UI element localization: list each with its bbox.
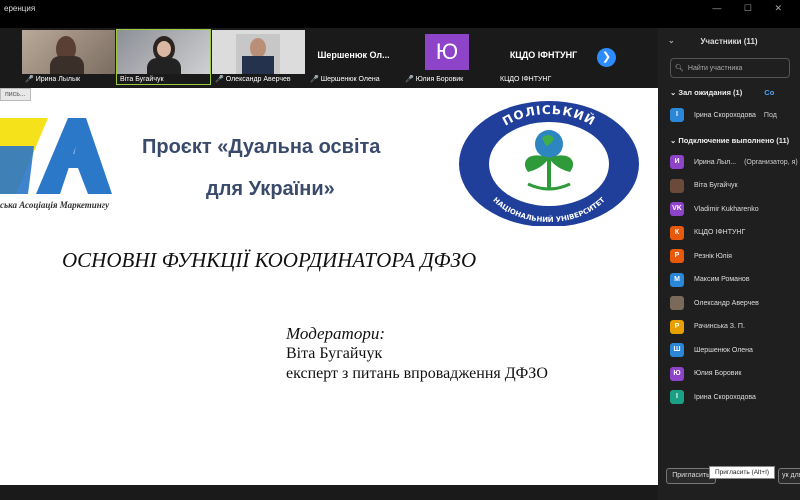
video-tile[interactable]: КЦДО ІФНТУНГ КЦДО ІФНТУНГ (497, 30, 590, 84)
slide-heading: ОСНОВНІ ФУНКЦІЇ КООРДИНАТОРА ДФЗО (62, 248, 477, 272)
video-tile[interactable]: 🎤 Ирина Лылык (22, 30, 115, 84)
video-tile-active[interactable]: Віта Бугайчук (116, 29, 211, 85)
participant-row[interactable]: И Ирина Лыл... (Организатор, я) (670, 154, 798, 170)
mic-muted-icon: 🎤 (25, 76, 34, 83)
participant-row[interactable]: І Ірина Скороходова (670, 389, 756, 405)
mute-all-button[interactable]: ук для в (778, 468, 800, 484)
project-title-line1: Проєкт «Дуальна освіта (142, 136, 381, 158)
participant-name: Максим Романов (694, 276, 750, 283)
invite-tooltip: Пригласить (Alt+I) (709, 466, 775, 479)
participant-name: Віта Бугайчук (694, 182, 738, 189)
avatar: И (670, 155, 684, 169)
window-titlebar: еренция — ☐ ✕ (0, 0, 800, 28)
avatar (670, 296, 684, 310)
admit-button[interactable]: Под (764, 112, 777, 119)
participant-name: Ірина Скороходова (694, 393, 756, 401)
participant-row[interactable]: Віта Бугайчук (670, 178, 738, 194)
waiting-room-header[interactable]: ⌄ Зал ожидания (1) Со (670, 88, 774, 97)
participant-photo (212, 30, 305, 74)
avatar: Ш (670, 343, 684, 357)
participants-panel: ⌄ Участники (11) 🔍︎ Найти участника ⌄ За… (658, 28, 800, 500)
chevron-right-icon[interactable]: ❯ (597, 48, 616, 67)
tile-big-name: КЦДО ІФНТУНГ (509, 50, 578, 60)
admit-all-link[interactable]: Со (764, 88, 774, 97)
participant-name: Рачинська З. П. (694, 323, 745, 330)
recording-label: пись... (0, 88, 31, 101)
mic-muted-icon: 🎤 (310, 76, 319, 83)
avatar: І (670, 108, 684, 122)
project-title: Проєкт «Дуальна освіта для України» (142, 126, 442, 210)
window-title: еренция (4, 4, 36, 13)
avatar: І (670, 390, 684, 404)
participant-row[interactable]: VK Vladimir Kukharenko (670, 201, 759, 217)
avatar: VK (670, 202, 684, 216)
mic-muted-icon: 🎤 (215, 76, 224, 83)
avatar: Р (670, 249, 684, 263)
tile-name: Юлия Боровик (415, 76, 464, 83)
mic-muted-icon: 🎤 (405, 76, 414, 83)
moderator-name: Віта Бугайчук (286, 345, 383, 362)
participant-name: Ирина Лыл... (694, 158, 737, 166)
polissia-university-logo: ПОЛІСЬКИЙ НАЦІОНАЛЬНИЙ УНІВЕРСИТЕТ (459, 101, 639, 226)
tile-big-name: Шершенюк Ол... (317, 50, 390, 60)
avatar: Ю (670, 366, 684, 381)
video-tile[interactable]: Шершенюк Ол... 🎤 Шершенюк Олена (307, 30, 400, 84)
search-placeholder: Найти участника (687, 64, 743, 72)
participant-name: Ірина Скороходова (694, 111, 756, 119)
participant-row[interactable]: Ш Шершенюк Олена (670, 342, 753, 358)
participant-row[interactable]: Ю Юлия Боровик (670, 366, 741, 382)
participant-video (117, 30, 210, 74)
tile-name: Віта Бугайчук (120, 76, 164, 83)
avatar: Ю (425, 34, 469, 70)
search-icon: 🔍︎ (675, 65, 684, 72)
participant-name: Юлия Боровик (694, 370, 742, 377)
avatar (670, 178, 684, 193)
chevron-down-icon[interactable]: ⌄ (668, 36, 675, 45)
participant-video (22, 30, 115, 74)
avatar: К (670, 225, 684, 240)
participant-name: Олександр Аверчев (694, 299, 759, 307)
participant-row[interactable]: Р Рачинська З. П. (670, 319, 745, 335)
participant-row[interactable]: Р Резнік Юлія (670, 248, 732, 264)
moderator-role: експерт з питань впровадження ДФЗО (286, 365, 548, 382)
video-strip: 🎤 Ирина Лылык Віта Бугайчук 🎤 Олександр Ав… (0, 28, 658, 88)
avatar: Р (670, 319, 684, 334)
video-tile[interactable]: 🎤 Олександр Аверчев (212, 30, 305, 84)
shared-screen-slide: пись... ська Асоціація Маркетингу Проєкт… (0, 88, 658, 485)
moderators-block: Модератори: Віта Бугайчук експерт з пита… (286, 324, 548, 384)
window-controls[interactable]: — ☐ ✕ (712, 3, 792, 14)
search-input[interactable]: 🔍︎ Найти участника (670, 58, 790, 78)
participant-name: Резнік Юлія (694, 252, 732, 260)
tile-name: Олександр Аверчев (225, 76, 291, 83)
tile-name: КЦДО ІФНТУНГ (500, 76, 552, 83)
participant-name: КЦДО ІФНТУНГ (694, 229, 746, 236)
association-caption: ська Асоціація Маркетингу (0, 200, 110, 210)
participant-row[interactable]: М Максим Романов (670, 272, 750, 288)
participant-row[interactable]: К КЦДО ІФНТУНГ (670, 225, 745, 241)
moderators-label: Модератори: (286, 324, 385, 343)
participant-name: Шершенюк Олена (694, 346, 753, 354)
tile-name: Ирина Лылык (35, 76, 81, 83)
video-tile[interactable]: Ю 🎤 Юлия Боровик (402, 30, 495, 84)
marketing-association-logo (0, 106, 112, 198)
project-title-line2: для України» (206, 178, 335, 200)
tile-name: Шершенюк Олена (320, 76, 380, 83)
participant-role: (Организатор, я) (744, 158, 798, 166)
panel-title: Участники (11) (700, 37, 758, 46)
avatar: М (670, 272, 684, 287)
participant-row[interactable]: Олександр Аверчев (670, 295, 759, 311)
meeting-toolbar (0, 485, 658, 500)
participant-name: Vladimir Kukharenko (694, 205, 759, 213)
waiting-participant-row[interactable]: І Ірина Скороходова Под (670, 107, 777, 123)
connected-header[interactable]: ⌄ Подключение выполнено (11) (670, 136, 789, 145)
